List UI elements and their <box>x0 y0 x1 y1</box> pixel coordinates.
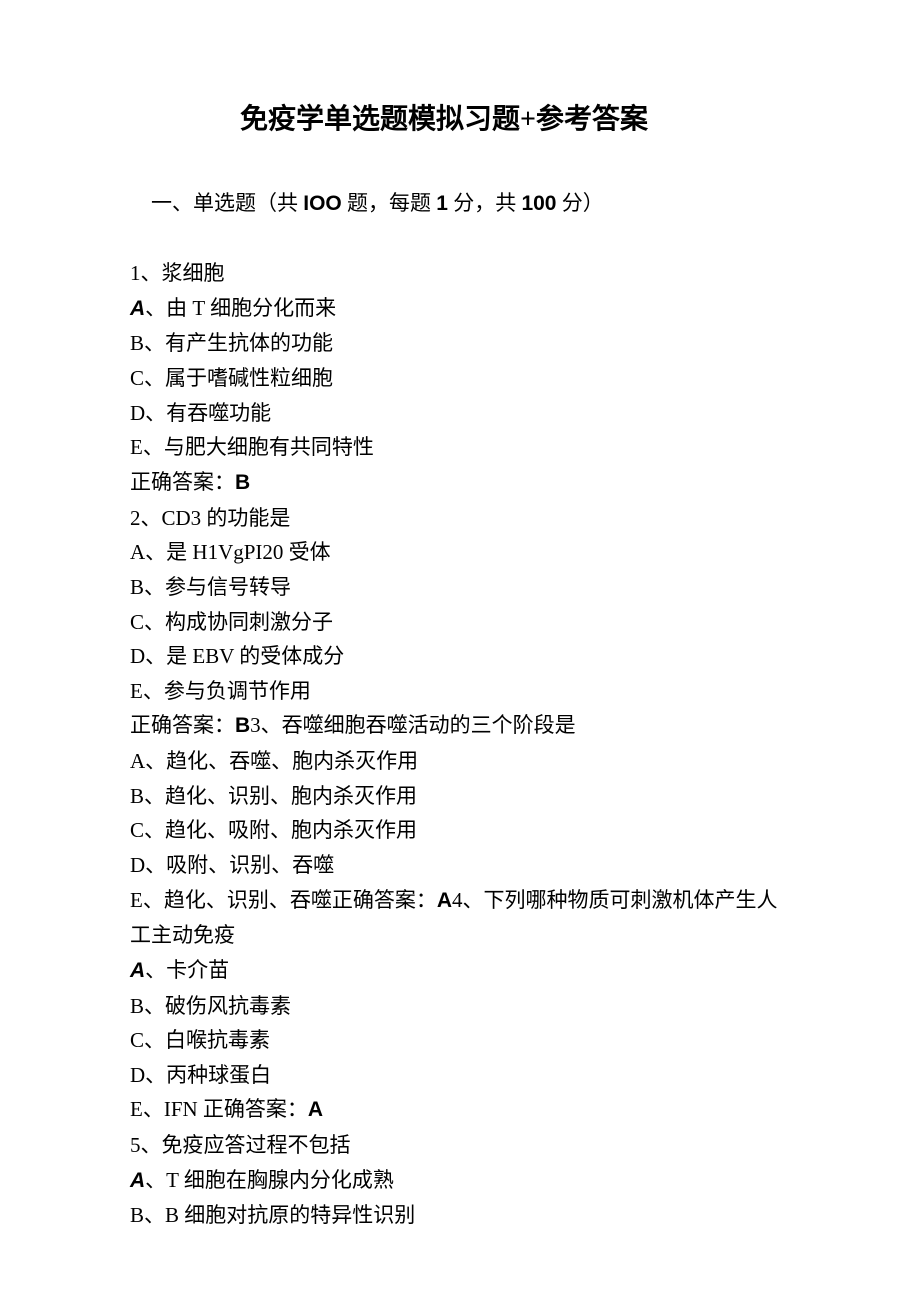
q4-option-e-and-answer: E、IFN 正确答案：A <box>130 1092 790 1128</box>
section-header-total: 100 <box>521 192 556 215</box>
q4-option-b: B、破伤风抗毒素 <box>130 989 790 1024</box>
section-header: 一、单选题（共 IOO 题，每题 1 分，共 100 分） <box>130 151 790 256</box>
section-header-count: IOO <box>303 192 342 215</box>
answer-label: 正确答案： <box>130 470 235 494</box>
q4-option-a: A、卡介苗 <box>130 953 790 989</box>
q4-option-a-text: 、卡介苗 <box>145 958 229 982</box>
q1-stem: 1、浆细胞 <box>130 256 790 291</box>
q2-answer-and-q3-stem: 正确答案：B3、吞噬细胞吞噬活动的三个阶段是 <box>130 708 790 744</box>
q4-option-c: C、白喉抗毒素 <box>130 1023 790 1058</box>
q1-option-e: E、与肥大细胞有共同特性 <box>130 430 790 465</box>
answer-label: 正确答案： <box>130 713 235 737</box>
q3-stem: 3、吞噬细胞吞噬活动的三个阶段是 <box>250 713 576 737</box>
option-letter-a: A <box>130 297 145 320</box>
q3-option-d: D、吸附、识别、吞噬 <box>130 848 790 883</box>
option-letter-a: A <box>130 1169 145 1192</box>
section-header-mid2: 分，共 <box>448 191 522 215</box>
document-page: 免疫学单选题模拟习题+参考答案 一、单选题（共 IOO 题，每题 1 分，共 1… <box>0 0 920 1293</box>
q2-option-b: B、参与信号转导 <box>130 570 790 605</box>
q3-option-a: A、趋化、吞噬、胞内杀灭作用 <box>130 744 790 779</box>
q4-answer-value: A <box>308 1098 323 1121</box>
q1-option-c: C、属于嗜碱性粒细胞 <box>130 361 790 396</box>
q4-option-d: D、丙种球蛋白 <box>130 1058 790 1093</box>
q2-stem: 2、CD3 的功能是 <box>130 501 790 536</box>
q2-option-e: E、参与负调节作用 <box>130 674 790 709</box>
q1-option-b: B、有产生抗体的功能 <box>130 326 790 361</box>
q1-option-a-text: 、由 T 细胞分化而来 <box>145 296 336 320</box>
section-header-points: 1 <box>436 192 448 215</box>
q3-option-c: C、趋化、吸附、胞内杀灭作用 <box>130 813 790 848</box>
q5-option-a-text: 、T 细胞在胸腺内分化成熟 <box>145 1168 394 1192</box>
section-header-prefix: 一、单选题（共 <box>151 191 303 215</box>
q5-stem: 5、免疫应答过程不包括 <box>130 1128 790 1163</box>
q1-answer: 正确答案：B <box>130 465 790 501</box>
option-letter-a: A <box>130 959 145 982</box>
q2-option-c: C、构成协同刺激分子 <box>130 605 790 640</box>
q5-option-b: B、B 细胞对抗原的特异性识别 <box>130 1198 790 1233</box>
q2-option-d: D、是 EBV 的受体成分 <box>130 639 790 674</box>
q4-option-e: E、IFN 正确答案： <box>130 1097 308 1121</box>
q1-answer-value: B <box>235 471 250 494</box>
q3-option-b: B、趋化、识别、胞内杀灭作用 <box>130 779 790 814</box>
document-title: 免疫学单选题模拟习题+参考答案 <box>130 100 790 139</box>
section-header-suffix: 分） <box>557 191 604 215</box>
section-header-mid1: 题，每题 <box>342 191 437 215</box>
q2-option-a: A、是 H1VgPI20 受体 <box>130 535 790 570</box>
q5-option-a: A、T 细胞在胸腺内分化成熟 <box>130 1163 790 1199</box>
q3-answer-value: A <box>437 889 452 912</box>
q2-answer-value: B <box>235 714 250 737</box>
q1-option-a: A、由 T 细胞分化而来 <box>130 291 790 327</box>
q3-option-e-and-answer-and-q4-stem: E、趋化、识别、吞噬正确答案：A4、下列哪种物质可刺激机体产生人工主动免疫 <box>130 883 790 953</box>
q3-option-e: E、趋化、识别、吞噬正确答案： <box>130 888 437 912</box>
q1-option-d: D、有吞噬功能 <box>130 396 790 431</box>
